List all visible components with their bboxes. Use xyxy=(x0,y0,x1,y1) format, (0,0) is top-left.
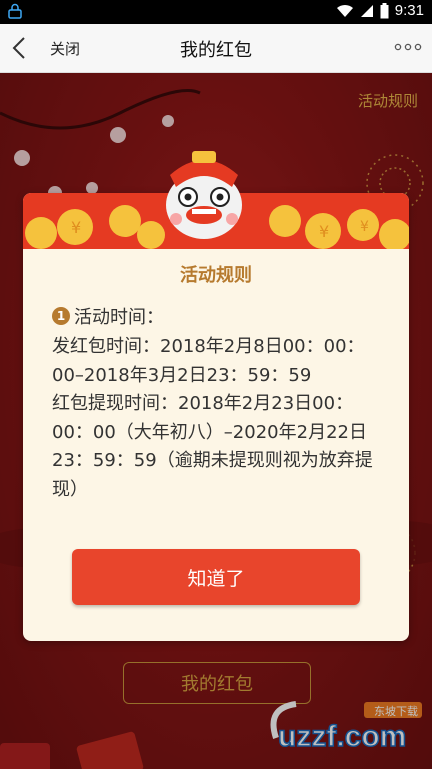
more-dots-icon[interactable] xyxy=(394,40,422,54)
rule-heading: 1 活动时间： xyxy=(52,303,164,329)
rule-heading-text: 活动时间： xyxy=(74,307,164,328)
page-title: 我的红包 xyxy=(180,40,252,61)
signal-icon xyxy=(360,4,373,17)
nav-bar: 关闭 我的红包 xyxy=(0,24,432,73)
lion-dance-mascot-icon xyxy=(166,151,242,239)
rule-body-text: 发红包时间：2018年2月8日00：00：00–2018年3月2日23：59：5… xyxy=(52,336,373,500)
battery-icon xyxy=(380,2,389,18)
status-bar: 9:31 xyxy=(0,0,432,24)
svg-text:¥: ¥ xyxy=(71,218,81,237)
rule-number-badge: 1 xyxy=(52,307,70,325)
svg-text:¥: ¥ xyxy=(360,219,369,235)
dialog-title: 活动规则 xyxy=(180,265,252,286)
rules-dialog: ¥ ¥ ¥ 活动规则 1 活动时间： 发红包时间：2018年2月8日00：00：… xyxy=(23,193,409,641)
got-it-button[interactable]: 知道了 xyxy=(72,549,360,605)
wifi-icon xyxy=(336,4,353,17)
lock-icon xyxy=(8,3,22,19)
clock-time: 9:31 xyxy=(394,2,424,19)
svg-text:¥: ¥ xyxy=(319,222,329,241)
